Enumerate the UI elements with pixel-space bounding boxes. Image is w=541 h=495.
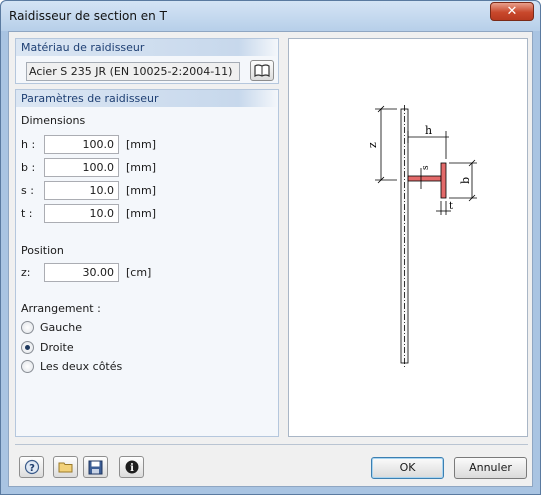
info-icon: i [125, 460, 138, 474]
save-icon [88, 460, 103, 474]
radio-droite[interactable]: Droite [21, 341, 74, 354]
s-unit: [mm] [126, 184, 157, 197]
material-group-header: Matériau de raidisseur [16, 39, 278, 56]
s-label: s : [21, 184, 34, 197]
footer-separator [15, 444, 528, 445]
info-button[interactable]: i [119, 456, 144, 478]
help-icon: ? [24, 459, 39, 475]
diagram-label-s: s [421, 165, 431, 170]
material-library-button[interactable] [250, 60, 274, 81]
z-input[interactable]: 30.00 [44, 263, 119, 282]
parameters-group: Paramètres de raidisseur Dimensions h : … [15, 89, 279, 437]
save-button[interactable] [83, 456, 108, 478]
stiffener-diagram: z h s b t [288, 38, 528, 437]
position-label: Position [21, 244, 64, 257]
material-field[interactable]: Acier S 235 JR (EN 10025-2:2004-11) [26, 62, 240, 81]
radio-droite-label: Droite [40, 341, 74, 354]
s-input[interactable]: 10.0 [44, 181, 119, 200]
radio-both[interactable]: Les deux côtés [21, 360, 122, 373]
radio-both-button[interactable] [21, 360, 34, 373]
t-unit: [mm] [126, 207, 157, 220]
title-bar[interactable]: Raidisseur de section en T ✕ [1, 1, 540, 31]
b-label: b : [21, 161, 36, 174]
z-unit: [cm] [126, 266, 152, 279]
svg-text:i: i [130, 463, 134, 474]
parameters-group-header: Paramètres de raidisseur [16, 90, 278, 107]
close-button[interactable]: ✕ [490, 2, 534, 21]
arrangement-label: Arrangement : [21, 302, 101, 315]
close-icon: ✕ [506, 4, 518, 19]
ok-button[interactable]: OK [371, 457, 444, 479]
cancel-button[interactable]: Annuler [454, 457, 527, 479]
radio-gauche[interactable]: Gauche [21, 321, 82, 334]
diagram-label-b: b [459, 177, 472, 184]
diagram-label-z: z [366, 142, 379, 148]
plate-web [400, 108, 409, 364]
t-input[interactable]: 10.0 [44, 204, 119, 223]
radio-droite-button[interactable] [21, 341, 34, 354]
material-group: Matériau de raidisseur Acier S 235 JR (E… [15, 38, 279, 84]
dimensions-label: Dimensions [21, 114, 86, 127]
h-input[interactable]: 100.0 [44, 135, 119, 154]
b-input[interactable]: 100.0 [44, 158, 119, 177]
open-button[interactable] [53, 456, 78, 478]
radio-both-label: Les deux côtés [40, 360, 123, 373]
stiffener-drawing: z h s b t [366, 105, 477, 367]
diagram-label-t: t [449, 201, 453, 212]
open-folder-icon [58, 462, 72, 473]
radio-gauche-button[interactable] [21, 321, 34, 334]
z-label: z: [21, 266, 31, 279]
h-label: h : [21, 138, 36, 151]
dialog-client-area: Matériau de raidisseur Acier S 235 JR (E… [8, 31, 533, 487]
dialog-window: Raidisseur de section en T ✕ Matériau de… [0, 0, 541, 495]
radio-gauche-label: Gauche [40, 321, 83, 334]
b-unit: [mm] [126, 161, 157, 174]
book-icon [254, 64, 270, 77]
h-unit: [mm] [126, 138, 157, 151]
window-title: Raidisseur de section en T [9, 9, 167, 23]
svg-text:?: ? [29, 463, 35, 474]
help-button[interactable]: ? [19, 456, 44, 478]
diagram-label-h: h [425, 124, 432, 137]
t-label: t : [21, 207, 33, 220]
